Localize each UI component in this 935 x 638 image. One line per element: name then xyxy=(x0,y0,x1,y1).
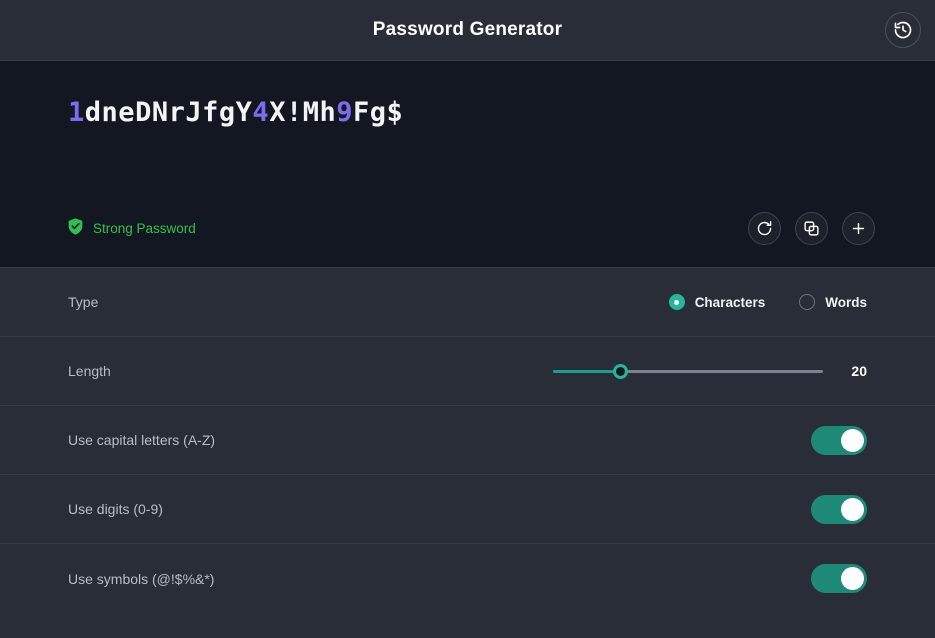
toggle-knob xyxy=(841,567,864,590)
length-slider[interactable] xyxy=(553,362,823,380)
password-char: n xyxy=(101,97,119,128)
strength-label: Strong Password xyxy=(93,221,196,236)
password-char: F xyxy=(353,97,370,128)
password-char: e xyxy=(118,97,136,128)
password-char: J xyxy=(185,97,203,128)
setting-row-digits: Use digits (0-9) xyxy=(0,475,935,544)
password-generator-app: Password Generator 1dneDNrJfgY4X!Mh9Fg$ xyxy=(0,0,935,638)
length-label: Length xyxy=(68,363,111,379)
password-actions xyxy=(748,212,875,245)
radio-characters-label: Characters xyxy=(694,294,766,310)
radio-words-indicator xyxy=(799,294,816,310)
password-char: ! xyxy=(285,97,303,128)
radio-characters[interactable]: Characters xyxy=(668,294,766,310)
password-char: M xyxy=(302,97,320,128)
password-char: h xyxy=(319,97,337,128)
password-char: 9 xyxy=(336,97,354,128)
toggle-knob xyxy=(841,428,864,452)
password-char: Y xyxy=(235,97,253,128)
password-char: 1 xyxy=(68,97,85,128)
length-value: 20 xyxy=(851,363,867,379)
toggle-symbols[interactable] xyxy=(811,564,867,593)
generated-password[interactable]: 1dneDNrJfgY4X!Mh9Fg$ xyxy=(68,97,867,129)
password-char: $ xyxy=(386,97,404,128)
copy-button[interactable] xyxy=(795,212,828,245)
type-options: Characters Words xyxy=(668,294,867,310)
password-panel-footer: Strong Password xyxy=(68,212,875,245)
copy-icon xyxy=(803,220,820,237)
password-char: g xyxy=(218,97,236,128)
shield-check-icon xyxy=(68,217,83,240)
toggle-capital-letters[interactable] xyxy=(811,425,867,455)
setting-row-length: Length 20 xyxy=(0,337,935,406)
password-char: D xyxy=(135,97,152,128)
app-header: Password Generator xyxy=(0,0,935,61)
regenerate-button[interactable] xyxy=(748,212,781,245)
radio-words-label: Words xyxy=(825,294,867,310)
password-display-panel: 1dneDNrJfgY4X!Mh9Fg$ Strong Password xyxy=(0,61,935,268)
radio-characters-indicator xyxy=(668,294,685,310)
password-char: N xyxy=(151,97,169,128)
symbols-label: Use symbols (@!$%&*) xyxy=(68,570,215,587)
page-title: Password Generator xyxy=(372,19,563,40)
password-char: d xyxy=(84,97,102,128)
add-button[interactable] xyxy=(842,212,875,245)
password-char: 4 xyxy=(252,97,270,128)
toggle-digits[interactable] xyxy=(811,494,867,524)
plus-icon xyxy=(850,220,867,237)
digits-label: Use digits (0-9) xyxy=(68,501,163,517)
setting-row-type: Type Characters Words xyxy=(0,268,935,337)
history-button[interactable] xyxy=(885,12,921,48)
password-strength: Strong Password xyxy=(68,217,196,240)
slider-thumb[interactable] xyxy=(613,363,628,379)
toggle-knob xyxy=(841,497,864,521)
refresh-icon xyxy=(756,220,773,237)
password-char: r xyxy=(168,97,186,128)
password-char: X xyxy=(269,97,286,128)
capital-letters-label: Use capital letters (A-Z) xyxy=(68,432,216,448)
setting-row-symbols: Use symbols (@!$%&*) xyxy=(0,544,935,613)
settings-list: Type Characters Words Length 20 Use capi… xyxy=(0,268,935,638)
setting-row-capital-letters: Use capital letters (A-Z) xyxy=(0,406,935,475)
password-char: f xyxy=(202,97,219,128)
length-control: 20 xyxy=(553,362,867,380)
slider-fill xyxy=(553,369,621,373)
history-clock-rewind-icon xyxy=(893,20,913,40)
radio-words[interactable]: Words xyxy=(799,294,867,310)
password-char: g xyxy=(369,97,387,128)
type-label: Type xyxy=(68,294,99,310)
